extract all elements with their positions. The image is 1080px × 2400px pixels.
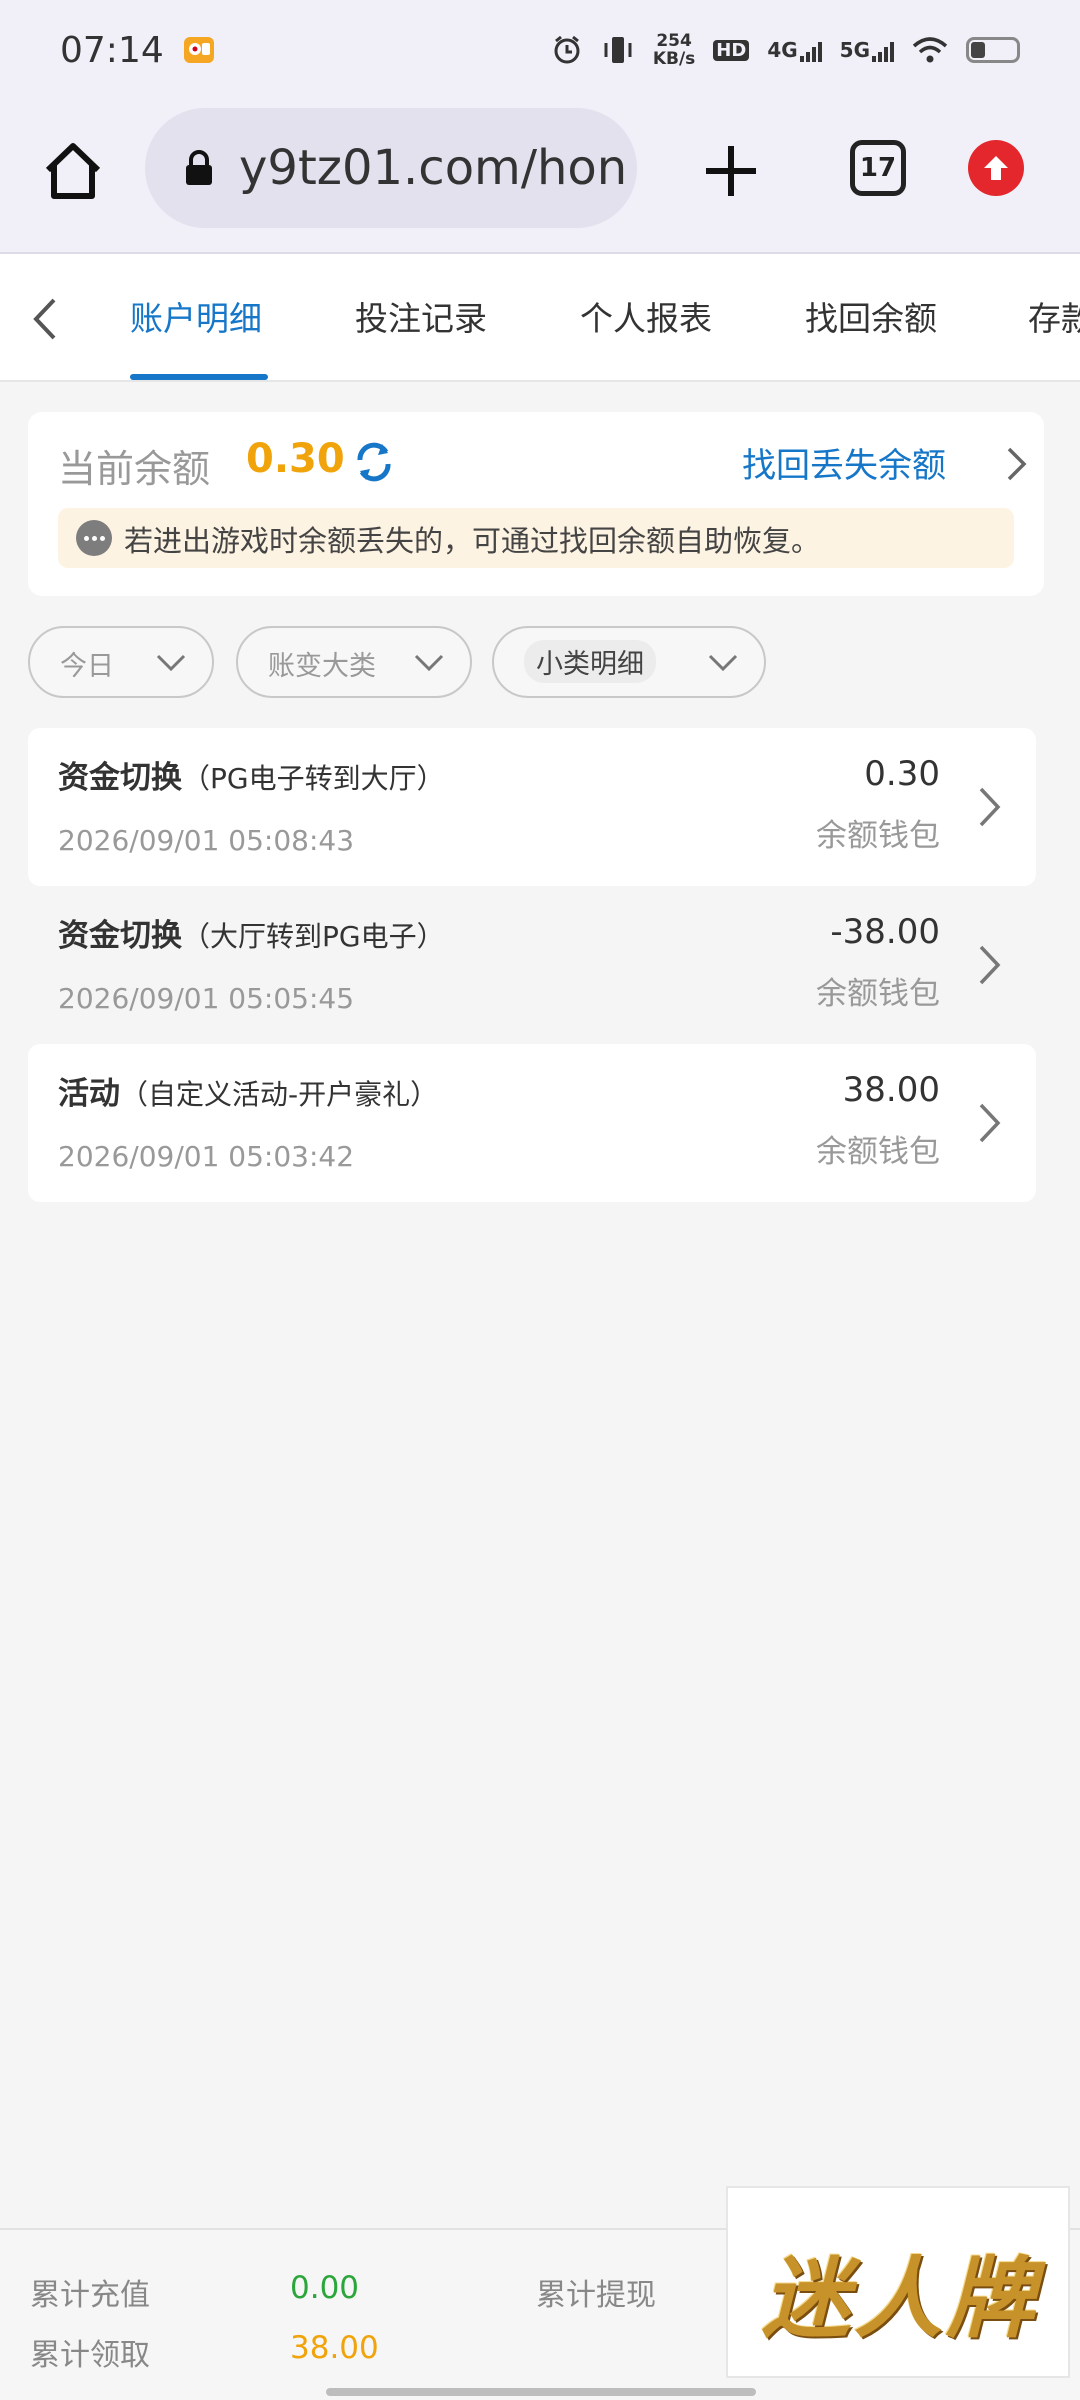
signal-5g: 5G bbox=[840, 38, 894, 62]
subcategory-filter[interactable]: 小类明细 bbox=[492, 626, 766, 698]
tab-bet-records[interactable]: 投注记录 bbox=[355, 292, 487, 340]
transaction-row[interactable]: 活动（自定义活动-开户豪礼） 2026/09/01 05:03:42 38.00… bbox=[28, 1044, 1036, 1202]
transaction-title: 资金切换（大厅转到PG电子） bbox=[58, 918, 445, 954]
lock-icon bbox=[186, 150, 212, 185]
transaction-wallet: 余额钱包 bbox=[816, 976, 940, 1012]
transaction-row[interactable]: 资金切换（PG电子转到大厅） 2026/09/01 05:08:43 0.30 … bbox=[28, 728, 1036, 886]
battery-icon bbox=[966, 37, 1020, 63]
status-bar: 07:14 254 KB/s HD 4G 5G bbox=[0, 0, 1080, 100]
chevron-right-icon bbox=[979, 787, 1001, 827]
total-recharge-label: 累计充值 bbox=[30, 2278, 150, 2313]
transaction-row[interactable]: 资金切换（大厅转到PG电子） 2026/09/01 05:05:45 -38.0… bbox=[28, 886, 1036, 1044]
status-time: 07:14 bbox=[60, 29, 164, 71]
address-bar[interactable]: y9tz01.com/hon bbox=[145, 108, 637, 228]
home-icon[interactable] bbox=[42, 140, 104, 202]
transaction-time: 2026/09/01 05:05:45 bbox=[58, 982, 355, 1015]
chevron-down-icon bbox=[708, 654, 738, 672]
total-claim-value: 38.00 bbox=[290, 2330, 379, 2366]
total-recharge-value: 0.00 bbox=[290, 2270, 360, 2306]
chevron-right-icon[interactable] bbox=[1006, 446, 1028, 482]
gesture-bar[interactable] bbox=[326, 2388, 756, 2396]
hd-indicator: HD bbox=[713, 39, 750, 61]
transaction-time: 2026/09/01 05:03:42 bbox=[58, 1140, 355, 1173]
tab-deposit[interactable]: 存款 bbox=[1028, 292, 1080, 340]
signal-bars-icon bbox=[872, 40, 894, 62]
chevron-down-icon bbox=[414, 654, 444, 672]
tab-switcher-button[interactable]: 17 bbox=[850, 140, 906, 196]
arrow-up-icon bbox=[984, 156, 1008, 180]
wifi-icon bbox=[912, 37, 948, 63]
transaction-amount: -38.00 bbox=[830, 912, 940, 952]
brand-logo: 迷人牌 bbox=[762, 2246, 1039, 2350]
tab-account-details[interactable]: 账户明细 bbox=[130, 292, 262, 340]
network-speed: 254 KB/s bbox=[652, 31, 696, 69]
account-tabs: 账户明细 投注记录 个人报表 找回余额 存款 bbox=[0, 252, 1080, 382]
transaction-amount: 0.30 bbox=[864, 754, 940, 794]
summary-footer: 累计充值 0.00 累计提现 累计领取 38.00 迷人牌 bbox=[0, 2186, 1080, 2400]
total-withdraw-label: 累计提现 bbox=[536, 2278, 656, 2313]
recover-lost-balance-link[interactable]: 找回丢失余额 bbox=[742, 438, 946, 487]
alarm-icon bbox=[554, 35, 580, 64]
chevron-right-icon bbox=[979, 1103, 1001, 1143]
back-arrow-icon[interactable] bbox=[28, 296, 64, 342]
update-icon[interactable] bbox=[968, 140, 1024, 196]
notice-text: 若进出游戏时余额丢失的，可通过找回余额自助恢复。 bbox=[124, 524, 821, 558]
browser-toolbar: y9tz01.com/hon 17 bbox=[0, 100, 1080, 252]
signal-bars-icon bbox=[799, 40, 822, 62]
subcategory-filter-label: 小类明细 bbox=[524, 640, 656, 683]
signal-4g: 4G bbox=[767, 38, 822, 62]
balance-label: 当前余额 bbox=[58, 447, 211, 491]
date-filter[interactable]: 今日 bbox=[28, 626, 214, 698]
url-text: y9tz01.com/hon bbox=[239, 140, 628, 196]
brand-watermark: 迷人牌 bbox=[726, 2186, 1070, 2378]
chevron-down-icon bbox=[156, 654, 186, 672]
transaction-title: 资金切换（PG电子转到大厅） bbox=[58, 760, 445, 796]
tab-recover-balance[interactable]: 找回余额 bbox=[805, 292, 937, 340]
total-claim-label: 累计领取 bbox=[30, 2338, 150, 2373]
date-filter-label: 今日 bbox=[60, 651, 114, 682]
chevron-right-icon bbox=[979, 945, 1001, 985]
balance-notice: 若进出游戏时余额丢失的，可通过找回余额自助恢复。 bbox=[58, 508, 1014, 568]
transaction-wallet: 余额钱包 bbox=[816, 818, 940, 854]
message-icon bbox=[76, 520, 112, 556]
refresh-icon[interactable] bbox=[352, 440, 396, 484]
transaction-wallet: 余额钱包 bbox=[816, 1134, 940, 1170]
category-filter-label: 账变大类 bbox=[268, 651, 376, 682]
balance-card: 当前余额 0.30 找回丢失余额 若进出游戏时余额丢失的，可通过找回余额自助恢复… bbox=[28, 412, 1044, 596]
balance-value: 0.30 bbox=[246, 436, 345, 482]
status-icons: 254 KB/s HD 4G 5G bbox=[551, 32, 1020, 68]
new-tab-icon[interactable] bbox=[700, 140, 762, 202]
category-filter[interactable]: 账变大类 bbox=[236, 626, 472, 698]
transaction-title: 活动（自定义活动-开户豪礼） bbox=[58, 1076, 439, 1112]
transaction-time: 2026/09/01 05:08:43 bbox=[58, 824, 355, 857]
transaction-amount: 38.00 bbox=[842, 1070, 940, 1110]
tab-personal-report[interactable]: 个人报表 bbox=[580, 292, 712, 340]
tab-count: 17 bbox=[859, 153, 897, 183]
notification-app-icon bbox=[183, 37, 214, 63]
vibrate-icon bbox=[604, 37, 632, 63]
active-tab-indicator bbox=[130, 374, 268, 380]
